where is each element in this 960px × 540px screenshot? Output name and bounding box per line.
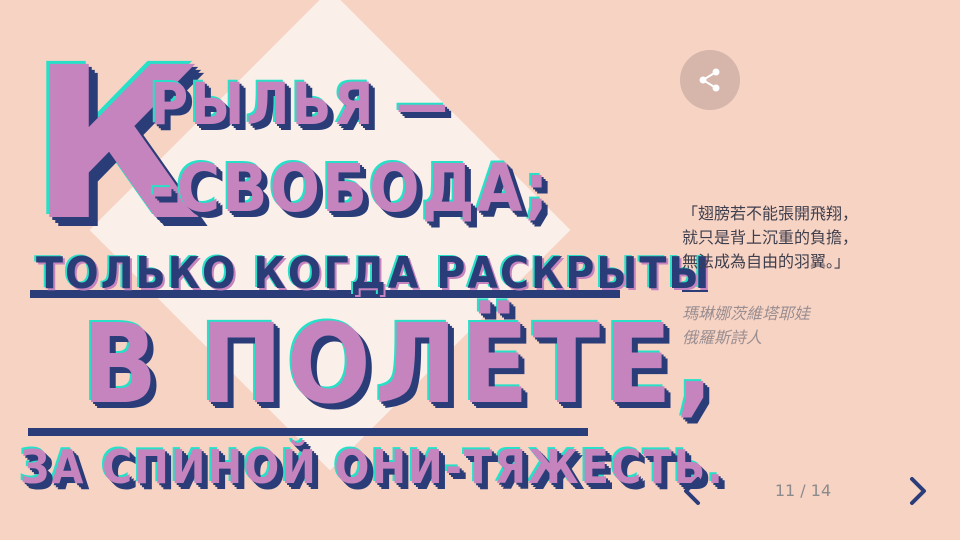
artwork-line-4: В ПОЛЁТЕ, [82, 300, 718, 428]
chevron-left-icon [684, 477, 700, 505]
artwork-underline-2 [28, 428, 588, 436]
typography-artwork: К РЫЛЬЯ — -СВОБОДА; ТОЛЬКО КОГДА РАСКРЫТ… [0, 0, 723, 540]
page-counter: 11 / 14 [774, 481, 832, 500]
artwork-line-3: ТОЛЬКО КОГДА РАСКРЫТЫ [36, 248, 712, 299]
share-icon [699, 68, 720, 92]
chevron-right-icon [910, 477, 926, 505]
quote-author: 瑪琳娜茨維塔耶娃 俄羅斯詩人 [682, 304, 811, 347]
previous-button[interactable] [676, 474, 710, 508]
share-button[interactable] [680, 50, 740, 110]
quote-text: 「翅膀若不能張開飛翔， 就只是背上沉重的負擔， 無法成為自由的羽翼。」 [682, 204, 859, 271]
quote-block: 「翅膀若不能張開飛翔， 就只是背上沉重的負擔， 無法成為自由的羽翼。」 [682, 202, 942, 274]
artwork-line-2: -СВОБОДА; [150, 150, 551, 227]
artwork-line-5: ЗА СПИНОЙ ОНИ-ТЯЖЕСТЬ. [20, 440, 725, 494]
next-button[interactable] [900, 474, 934, 508]
quote-divider [682, 290, 708, 292]
artwork-line-1: РЫЛЬЯ — [150, 70, 450, 138]
